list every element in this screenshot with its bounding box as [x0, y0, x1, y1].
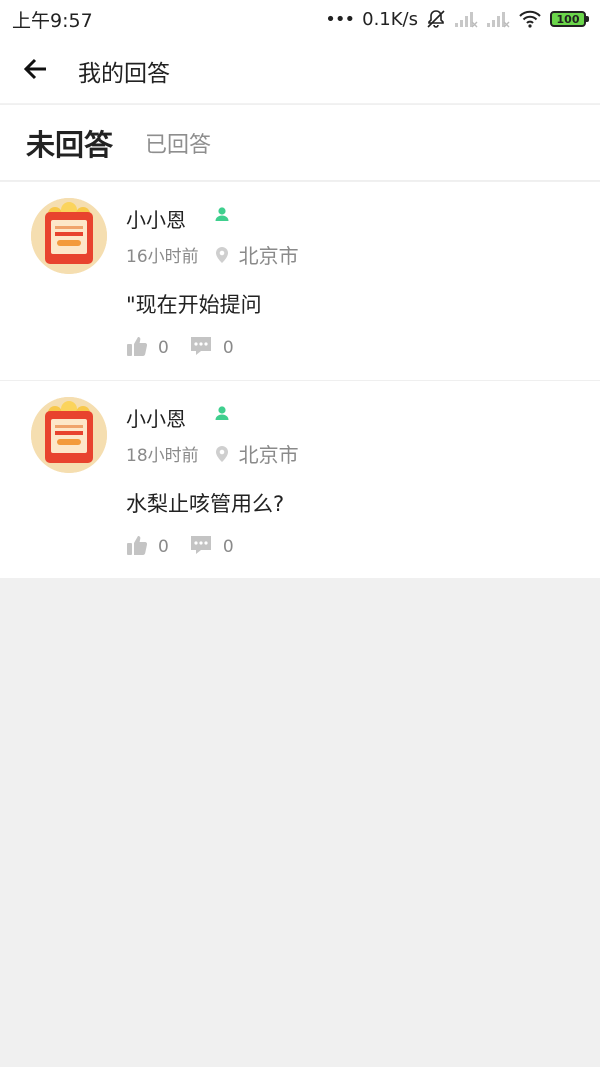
comment-button[interactable]: 0 — [189, 335, 234, 361]
battery-icon: 100 — [550, 11, 589, 27]
page-title: 我的回答 — [78, 60, 170, 87]
header: 我的回答 — [0, 38, 600, 104]
back-button[interactable] — [0, 38, 72, 104]
screen: 上午9:57 ••• 0.1K/s 100 我的回答 未回答 已回答 小小恩 1… — [0, 0, 600, 1067]
status-dots: ••• — [325, 8, 355, 30]
comment-bubble-icon — [189, 335, 213, 361]
location: 北京市 — [238, 244, 299, 268]
tab-unanswered[interactable]: 未回答 — [26, 122, 113, 164]
status-right: ••• 0.1K/s 100 — [325, 8, 589, 30]
thumbs-up-icon — [126, 535, 148, 560]
signal-icon — [486, 10, 510, 28]
comment-bubble-icon — [189, 534, 213, 560]
signal-icon — [454, 10, 478, 28]
post-time: 18小时前 — [126, 446, 199, 466]
wifi-icon — [518, 10, 542, 28]
mute-bell-icon — [426, 9, 446, 29]
user-name[interactable]: 小小恩 — [126, 403, 186, 432]
comment-count: 0 — [222, 537, 234, 557]
avatar[interactable] — [31, 198, 107, 274]
thumbs-up-icon — [126, 336, 148, 361]
status-time: 上午9:57 — [12, 9, 93, 32]
list-item[interactable]: 小小恩 16小时前 北京市 "现在开始提问 0 0 — [0, 182, 600, 381]
user-name[interactable]: 小小恩 — [126, 204, 186, 233]
user-badge-icon — [214, 206, 230, 226]
location-pin-icon — [215, 445, 229, 463]
post-time: 16小时前 — [126, 247, 199, 267]
avatar[interactable] — [31, 397, 107, 473]
location-pin-icon — [215, 246, 229, 264]
tab-answered[interactable]: 已回答 — [145, 127, 211, 159]
question-list: 小小恩 16小时前 北京市 "现在开始提问 0 0 小小恩 18小时前 北京市 … — [0, 182, 600, 578]
list-item[interactable]: 小小恩 18小时前 北京市 水梨止咳管用么? 0 0 — [0, 381, 600, 578]
comment-count: 0 — [222, 338, 234, 358]
arrow-left-icon — [23, 58, 48, 84]
question-content[interactable]: "现在开始提问 — [126, 289, 262, 319]
like-count: 0 — [158, 338, 169, 358]
status-bar: 上午9:57 ••• 0.1K/s 100 — [0, 0, 600, 38]
location: 北京市 — [238, 443, 299, 467]
tab-bar: 未回答 已回答 — [0, 105, 600, 181]
user-badge-icon — [214, 405, 230, 425]
network-speed: 0.1K/s — [362, 8, 418, 30]
like-count: 0 — [158, 537, 169, 557]
action-row: 0 0 — [126, 335, 234, 361]
meta-row: 18小时前 北京市 — [126, 439, 299, 468]
question-content[interactable]: 水梨止咳管用么? — [126, 488, 284, 518]
action-row: 0 0 — [126, 534, 234, 560]
like-button[interactable]: 0 — [126, 535, 169, 560]
meta-row: 16小时前 北京市 — [126, 240, 299, 269]
like-button[interactable]: 0 — [126, 336, 169, 361]
comment-button[interactable]: 0 — [189, 534, 234, 560]
